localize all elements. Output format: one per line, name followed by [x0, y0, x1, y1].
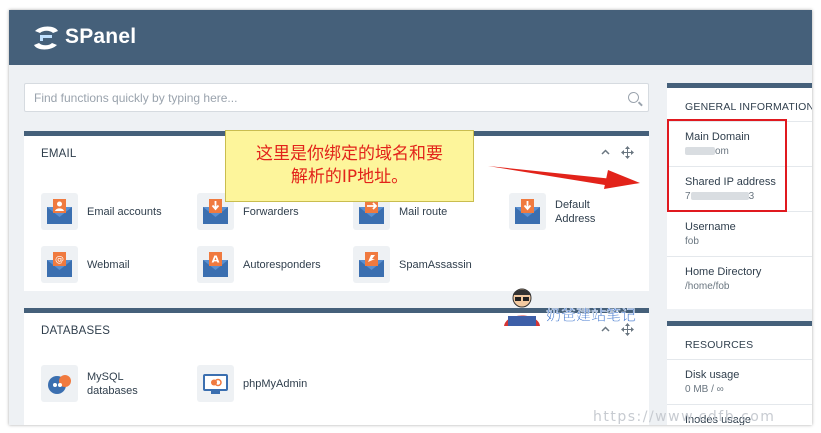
annotation-line-1: 这里是你绑定的域名和要	[256, 144, 443, 164]
email-accounts-icon	[41, 193, 78, 230]
general-information-title: GENERAL INFORMATION	[667, 88, 812, 122]
home-directory-row: Home Directory /home/fob	[667, 257, 812, 302]
phpmyadmin-label: phpMyAdmin	[243, 377, 308, 390]
annotation-line-2: 解析的IP地址。	[290, 167, 409, 187]
app-name[interactable]: SPanel	[65, 25, 136, 49]
autoresponders-item[interactable]: A Autoresponders	[197, 246, 321, 283]
disk-usage-value: 0 MB / ∞	[685, 384, 724, 395]
webmail-icon: @	[41, 246, 78, 283]
spamassassin-label: SpamAssassin	[399, 258, 472, 271]
phpmyadmin-item[interactable]: phpMyAdmin	[197, 365, 307, 402]
disk-usage-label: Disk usage	[685, 369, 740, 381]
webmail-item[interactable]: @ Webmail	[41, 246, 130, 283]
webmail-label: Webmail	[87, 258, 130, 271]
mail-route-label: Mail route	[399, 205, 448, 218]
databases-card: DATABASES MySQL databases phpMyAdmin	[24, 308, 649, 425]
mysql-databases-item[interactable]: MySQL databases	[41, 365, 147, 402]
email-accounts-item[interactable]: Email accounts	[41, 193, 162, 230]
watermark-url: https://www.cdfb.com	[593, 409, 776, 425]
search-icon[interactable]	[628, 92, 639, 103]
resources-title: RESOURCES	[667, 326, 812, 360]
phpmyadmin-icon	[197, 365, 234, 402]
svg-text:@: @	[55, 255, 64, 265]
username-value: fob	[685, 236, 699, 247]
annotation-callout: 这里是你绑定的域名和要 解析的IP地址。	[225, 130, 474, 202]
highlight-box	[667, 119, 787, 212]
autoresponders-icon: A	[197, 246, 234, 283]
spanel-window: SPanel EMAIL Email accounts Forwarders M…	[9, 10, 812, 425]
annotation-arrow-icon	[488, 166, 640, 189]
home-directory-value: /home/fob	[685, 281, 730, 292]
mysql-databases-label: MySQL databases	[87, 370, 138, 397]
email-card-title: EMAIL	[41, 148, 77, 160]
top-bar: SPanel	[9, 10, 812, 65]
email-accounts-label: Email accounts	[87, 205, 162, 218]
chevron-up-icon[interactable]	[601, 148, 610, 157]
autoresponders-label: Autoresponders	[243, 258, 321, 271]
spamassassin-item[interactable]: SpamAssassin	[353, 246, 472, 283]
username-row: Username fob	[667, 212, 812, 257]
mysql-databases-icon	[41, 365, 78, 402]
databases-card-title: DATABASES	[41, 325, 111, 337]
default-address-icon	[509, 193, 546, 230]
chevron-up-icon[interactable]	[601, 325, 610, 334]
search-input[interactable]	[25, 84, 605, 111]
home-directory-label: Home Directory	[685, 266, 762, 278]
watermark-text: 奶爸建站笔记	[546, 306, 637, 325]
forwarders-label: Forwarders	[243, 205, 299, 218]
default-address-label: Default Address	[555, 198, 596, 225]
default-address-item[interactable]: Default Address	[509, 193, 615, 230]
watermark-avatar-icon	[504, 288, 540, 326]
svg-text:A: A	[212, 255, 220, 266]
move-icon[interactable]	[621, 146, 634, 159]
spamassassin-icon	[353, 246, 390, 283]
spanel-logo-icon[interactable]	[31, 23, 61, 53]
disk-usage-row: Disk usage 0 MB / ∞	[667, 360, 812, 405]
username-label: Username	[685, 221, 736, 233]
function-search[interactable]	[24, 83, 649, 112]
